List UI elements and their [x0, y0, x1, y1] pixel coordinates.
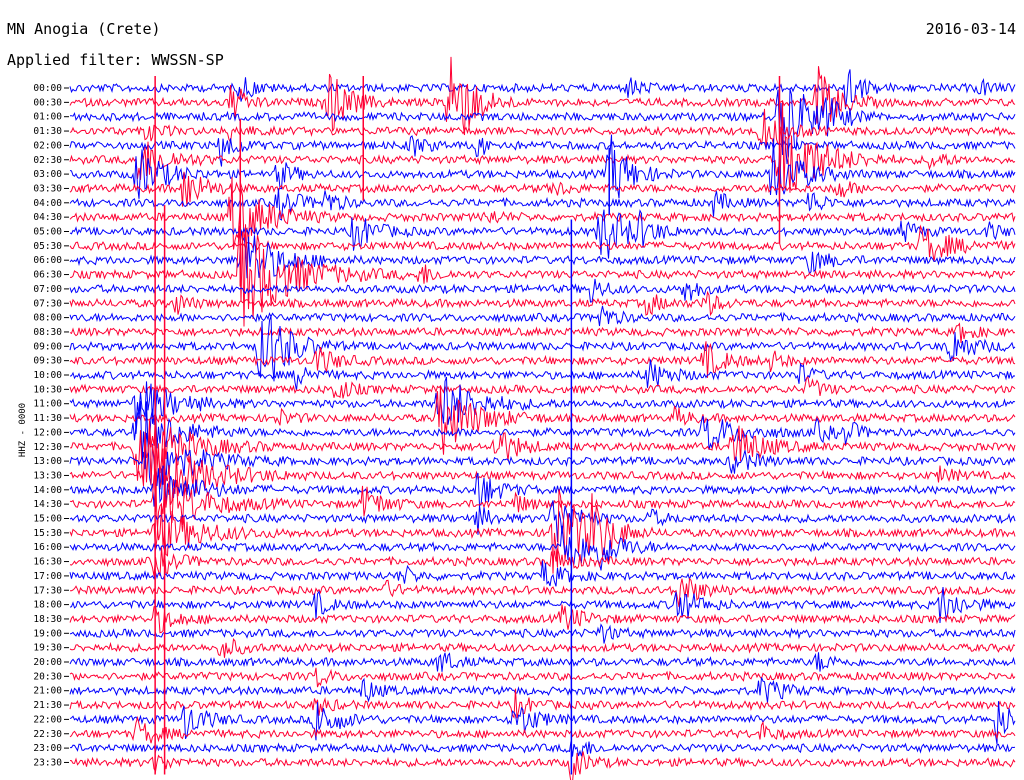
- row-time-label: 04:00: [33, 198, 62, 209]
- row-time-label: 03:00: [33, 169, 62, 180]
- trace-row: [69, 290, 1016, 317]
- row-time-label: 15:30: [33, 528, 62, 539]
- trace-row: [69, 278, 1016, 303]
- trace-row: [69, 322, 1016, 343]
- row-time-label: 10:00: [33, 370, 62, 381]
- row-time-label: 03:30: [33, 183, 62, 194]
- trace-row: [69, 432, 1016, 490]
- trace-row: [69, 677, 1016, 703]
- row-time-label: 22:00: [33, 714, 62, 725]
- row-time-label: 16:30: [33, 557, 62, 568]
- row-time-label: 14:00: [33, 485, 62, 496]
- trace-row: [69, 305, 1016, 327]
- row-time-label: 08:00: [33, 313, 62, 324]
- row-time-label: 21:00: [33, 686, 62, 697]
- trace-row: [69, 400, 1016, 463]
- row-time-label: 23:00: [33, 743, 62, 754]
- trace-row: [69, 376, 1016, 434]
- trace-row: [69, 315, 1016, 382]
- row-time-label: 04:30: [33, 212, 62, 223]
- row-time-label: 02:30: [33, 155, 62, 166]
- row-time-label: 13:00: [33, 456, 62, 467]
- trace-row: [70, 741, 1016, 757]
- row-time-label: 23:30: [33, 757, 62, 768]
- row-time-label: 01:00: [33, 112, 62, 123]
- seismogram-plot: 00:00 00:30 01:00 01:30 02:00 02:30 03:00 03:30…: [33, 56, 1016, 780]
- row-time-label: 18:30: [33, 614, 62, 625]
- trace-row: [69, 188, 1016, 221]
- trace-row: [69, 623, 1016, 644]
- row-time-label: 18:00: [33, 600, 62, 611]
- row-time-label: 20:30: [33, 671, 62, 682]
- trace-row: [69, 560, 1016, 587]
- row-time-label: 21:30: [33, 700, 62, 711]
- trace-row: [69, 701, 1016, 745]
- trace-row: [69, 386, 1016, 455]
- row-time-label: 07:30: [33, 298, 62, 309]
- trace-row: [69, 715, 1016, 744]
- trace-row: [69, 376, 1016, 399]
- row-time-label: 13:30: [33, 470, 62, 481]
- trace-row: [69, 652, 1016, 672]
- row-time-label: 01:30: [33, 126, 62, 137]
- row-time-label: 11:00: [33, 399, 62, 410]
- trace-row: [69, 638, 1016, 658]
- trace-row: [69, 229, 1016, 279]
- row-time-label: 05:30: [33, 241, 62, 252]
- row-time-label: 07:00: [33, 284, 62, 295]
- row-time-label: 19:00: [33, 628, 62, 639]
- row-time-label: 17:30: [33, 585, 62, 596]
- row-time-label: 12:00: [33, 427, 62, 438]
- row-time-label: 22:30: [33, 729, 62, 740]
- row-time-label: 06:30: [33, 270, 62, 281]
- trace-row: [69, 135, 1016, 167]
- trace-row: [69, 359, 1016, 391]
- trace-row: [69, 171, 1016, 207]
- row-time-label: 00:30: [33, 97, 62, 108]
- row-time-label: 20:00: [33, 657, 62, 668]
- trace-row: [69, 465, 1016, 507]
- trace-row: [69, 427, 1016, 513]
- row-time-label: 00:00: [33, 83, 62, 94]
- row-time-label: 10:30: [33, 384, 62, 395]
- row-time-label: 11:30: [33, 413, 62, 424]
- row-time-label: 09:00: [33, 341, 62, 352]
- trace-row: [69, 56, 1016, 136]
- row-time-label: 12:30: [33, 442, 62, 453]
- row-time-label: 17:00: [33, 571, 62, 582]
- trace-row: [70, 224, 1016, 327]
- row-time-label: 06:00: [33, 255, 62, 266]
- row-time-label: 16:00: [33, 542, 62, 553]
- row-time-label: 19:30: [33, 643, 62, 654]
- trace-row: [69, 667, 1016, 688]
- row-time-label: 08:30: [33, 327, 62, 338]
- trace-row: [69, 751, 1016, 780]
- row-time-label: 09:30: [33, 356, 62, 367]
- row-time-label: 05:00: [33, 227, 62, 238]
- row-time-label: 02:00: [33, 140, 62, 151]
- row-time-label: 14:30: [33, 499, 62, 510]
- row-time-label: 15:00: [33, 514, 62, 525]
